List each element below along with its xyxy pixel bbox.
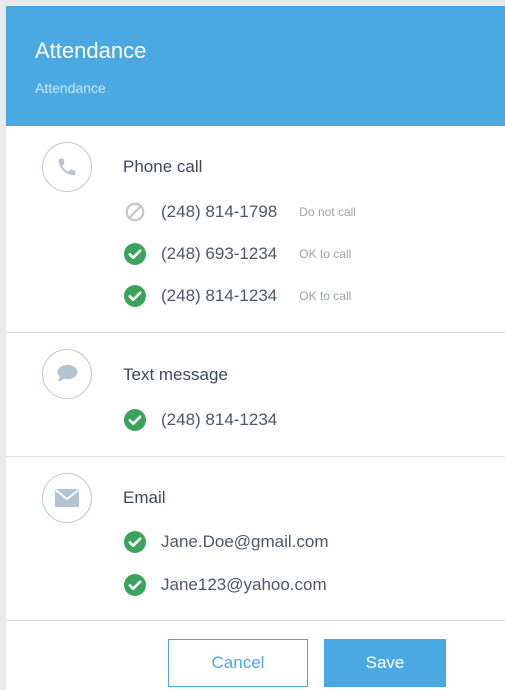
check-circle-icon <box>123 530 147 554</box>
dialog-subtitle: Attendance <box>35 80 106 96</box>
phone-number: (248) 814-1234 <box>161 286 278 305</box>
section-divider <box>6 456 505 457</box>
list-item: (248) 693-1234 OK to call <box>123 241 351 267</box>
phone-number: (248) 814-1234 <box>161 410 278 429</box>
call-status: OK to call <box>299 247 352 261</box>
speech-bubble-icon <box>42 349 92 399</box>
phone-number: (248) 693-1234 <box>161 244 278 263</box>
save-button[interactable]: Save <box>324 639 446 687</box>
list-item: Jane123@yahoo.com <box>123 572 327 598</box>
phone-icon <box>42 142 92 192</box>
attendance-dialog: Attendance Attendance Phone call (248) 8… <box>6 6 505 690</box>
check-circle-icon <box>123 573 147 597</box>
call-status: OK to call <box>299 289 352 303</box>
email-address: Jane123@yahoo.com <box>161 575 327 594</box>
cancel-button[interactable]: Cancel <box>168 639 308 687</box>
list-item: (248) 814-1234 <box>123 407 277 433</box>
email-address: Jane.Doe@gmail.com <box>161 532 329 551</box>
section-divider <box>6 620 505 621</box>
envelope-icon <box>42 473 92 523</box>
section-title-text-message: Text message <box>123 365 228 384</box>
section-title-phone-call: Phone call <box>123 157 203 176</box>
phone-number: (248) 814-1798 <box>161 202 278 221</box>
dialog-header: Attendance Attendance <box>6 6 505 126</box>
no-entry-icon <box>123 200 147 224</box>
section-divider <box>6 332 505 333</box>
list-item: (248) 814-1234 OK to call <box>123 283 351 309</box>
check-circle-icon <box>123 242 147 266</box>
list-item: Jane.Doe@gmail.com <box>123 529 329 555</box>
section-title-email: Email <box>123 488 166 507</box>
list-item: (248) 814-1798 Do not call <box>123 199 356 225</box>
check-circle-icon <box>123 284 147 308</box>
call-status: Do not call <box>299 205 356 219</box>
dialog-title: Attendance <box>35 38 147 63</box>
check-circle-icon <box>123 408 147 432</box>
